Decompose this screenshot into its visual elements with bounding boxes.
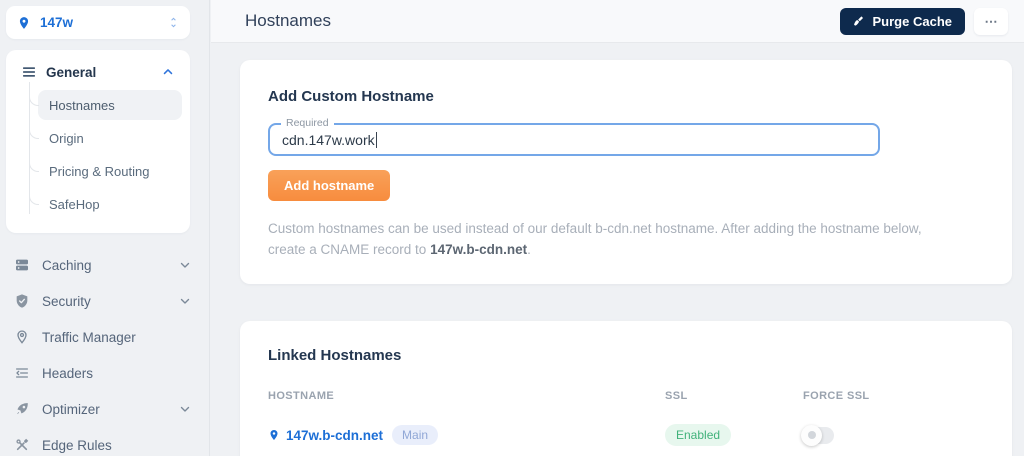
input-value: cdn.147w.work (282, 132, 375, 148)
location-pin-icon (268, 429, 280, 441)
sidebar-item-label: General (46, 65, 161, 80)
sub-item-label: Hostnames (49, 98, 115, 113)
sidebar-item-origin[interactable]: Origin (38, 123, 182, 153)
card-title: Add Custom Hostname (268, 88, 984, 105)
card-title: Linked Hostnames (268, 347, 984, 364)
sidebar-item-hostnames[interactable]: Hostnames (38, 90, 182, 120)
sub-item-label: SafeHop (49, 197, 100, 212)
menu-item-label: Headers (42, 366, 192, 381)
add-custom-hostname-card: Add Custom Hostname Required cdn.147w.wo… (240, 60, 1012, 284)
cname-target: 147w.b-cdn.net (430, 242, 527, 257)
description-text: create a CNAME record to (268, 242, 430, 257)
column-header-force-ssl: FORCE SSL (803, 390, 984, 402)
zone-selector[interactable]: 147w (6, 6, 190, 39)
indent-list-icon (14, 365, 31, 381)
sidebar-item-optimizer[interactable]: Optimizer (0, 391, 209, 427)
more-options-button[interactable]: ⋯ (974, 8, 1008, 35)
sub-item-label: Origin (49, 131, 84, 146)
server-icon (14, 257, 31, 273)
menu-item-label: Caching (42, 258, 178, 273)
sidebar-item-traffic-manager[interactable]: Traffic Manager (0, 319, 209, 355)
table-header-row: HOSTNAME SSL FORCE SSL (268, 390, 984, 402)
hostname-description: Custom hostnames can be used instead of … (268, 218, 984, 260)
sidebar-item-edge-rules[interactable]: Edge Rules (0, 427, 209, 456)
sidebar-item-headers[interactable]: Headers (0, 355, 209, 391)
main-badge: Main (392, 425, 438, 445)
page-title: Hostnames (245, 11, 331, 31)
chevron-down-icon[interactable] (178, 294, 192, 308)
text-caret (376, 132, 377, 148)
menu-item-label: Traffic Manager (42, 330, 192, 345)
menu-item-label: Optimizer (42, 402, 178, 417)
purge-cache-label: Purge Cache (873, 14, 952, 29)
chevron-down-icon[interactable] (178, 258, 192, 272)
sidebar-section-general: General Hostnames Origin Pricing & Routi… (6, 50, 190, 233)
hostname-link[interactable]: 147w.b-cdn.net (286, 428, 383, 443)
column-header-ssl: SSL (665, 390, 803, 402)
sub-item-label: Pricing & Routing (49, 164, 149, 179)
rocket-icon (14, 401, 31, 417)
page-header: Hostnames Purge Cache ⋯ (211, 0, 1024, 43)
menu-item-label: Security (42, 294, 178, 309)
chevron-up-icon[interactable] (161, 65, 175, 79)
input-label: Required (281, 117, 334, 129)
sidebar-item-pricing-routing[interactable]: Pricing & Routing (38, 156, 182, 186)
general-sub-items: Hostnames Origin Pricing & Routing SafeH… (29, 90, 182, 219)
menu-item-label: Edge Rules (42, 438, 192, 453)
ssl-status-badge: Enabled (665, 424, 731, 446)
main-area: Hostnames Purge Cache ⋯ Add Custom Hostn… (211, 0, 1024, 456)
table-row: 147w.b-cdn.net Main Enabled (268, 424, 984, 446)
location-pin-icon (17, 16, 31, 30)
column-header-hostname: HOSTNAME (268, 390, 665, 402)
hostname-input[interactable]: Required cdn.147w.work (268, 123, 880, 156)
tools-icon (14, 437, 31, 453)
chevron-down-icon[interactable] (178, 402, 192, 416)
shield-icon (14, 293, 31, 309)
sidebar: 147w General Hostnames Origin Pricing & … (0, 0, 210, 456)
toggle-knob (801, 425, 822, 446)
broom-icon (853, 15, 866, 28)
ssl-cell: Enabled (665, 424, 803, 446)
description-line1: Custom hostnames can be used instead of … (268, 218, 984, 239)
purge-cache-button[interactable]: Purge Cache (840, 8, 965, 35)
menu-lines-icon (21, 64, 37, 80)
force-ssl-cell (803, 427, 984, 444)
content: Add Custom Hostname Required cdn.147w.wo… (211, 43, 1024, 456)
force-ssl-toggle[interactable] (803, 427, 834, 444)
add-hostname-button[interactable]: Add hostname (268, 170, 390, 201)
unfold-more-icon (167, 16, 180, 29)
sidebar-item-caching[interactable]: Caching (0, 247, 209, 283)
hostname-cell: 147w.b-cdn.net Main (268, 425, 665, 445)
zone-selector-value: 147w (40, 15, 73, 30)
description-line2: create a CNAME record to 147w.b-cdn.net. (268, 239, 984, 260)
linked-hostnames-card: Linked Hostnames HOSTNAME SSL FORCE SSL … (240, 321, 1012, 456)
sidebar-item-general[interactable]: General (14, 57, 182, 87)
description-text: . (527, 242, 531, 257)
sidebar-item-safehop[interactable]: SafeHop (38, 189, 182, 219)
location-pin-icon (14, 329, 31, 345)
sidebar-item-security[interactable]: Security (0, 283, 209, 319)
sidebar-menu: Caching Security Traffic Manager H (0, 247, 209, 456)
